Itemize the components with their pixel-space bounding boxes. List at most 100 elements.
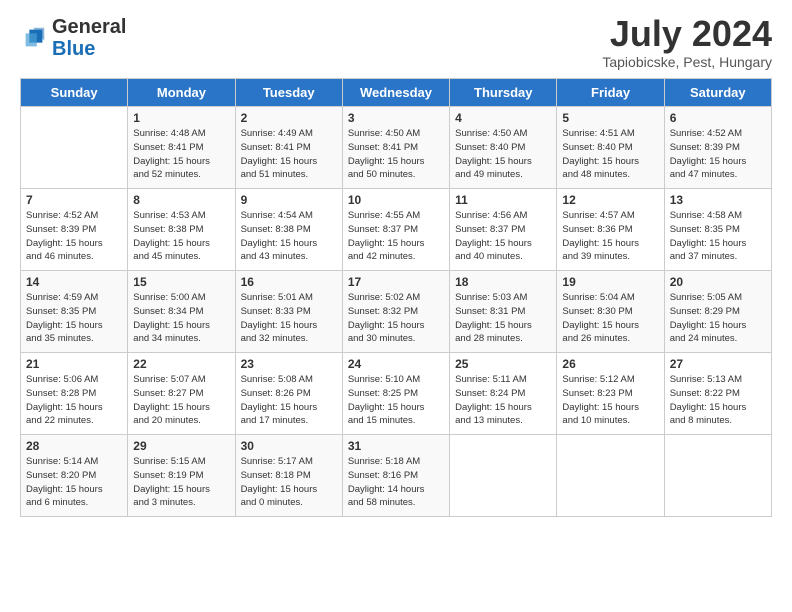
calendar-cell: 6 Sunrise: 4:52 AMSunset: 8:39 PMDaylight…: [664, 107, 771, 189]
calendar-cell: 29Sunrise: 5:15 AMSunset: 8:19 PMDayligh…: [128, 435, 235, 517]
calendar-cell: 9Sunrise: 4:54 AMSunset: 8:38 PMDaylight…: [235, 189, 342, 271]
calendar-cell: 8Sunrise: 4:53 AMSunset: 8:38 PMDaylight…: [128, 189, 235, 271]
day-number: 24: [348, 357, 444, 371]
col-tuesday: Tuesday: [235, 79, 342, 107]
logo: General Blue: [20, 16, 126, 60]
cell-info: Sunrise: 4:50 AMSunset: 8:40 PMDaylight:…: [455, 127, 551, 182]
header-row: Sunday Monday Tuesday Wednesday Thursday…: [21, 79, 772, 107]
calendar-cell: 1 Sunrise: 4:48 AMSunset: 8:41 PMDaylight…: [128, 107, 235, 189]
logo-text: General Blue: [52, 16, 126, 60]
col-friday: Friday: [557, 79, 664, 107]
col-monday: Monday: [128, 79, 235, 107]
col-sunday: Sunday: [21, 79, 128, 107]
cell-info: Sunrise: 4:50 AMSunset: 8:41 PMDaylight:…: [348, 127, 444, 182]
cell-info: Sunrise: 4:52 AMSunset: 8:39 PMDaylight:…: [26, 209, 122, 264]
cell-info: Sunrise: 4:48 AMSunset: 8:41 PMDaylight:…: [133, 127, 229, 182]
calendar-cell: 30Sunrise: 5:17 AMSunset: 8:18 PMDayligh…: [235, 435, 342, 517]
calendar-cell: 15Sunrise: 5:00 AMSunset: 8:34 PMDayligh…: [128, 271, 235, 353]
calendar-cell: 28Sunrise: 5:14 AMSunset: 8:20 PMDayligh…: [21, 435, 128, 517]
day-number: 8: [133, 193, 229, 207]
calendar-cell: 22 Sunrise: 5:07 AMSunset: 8:27 PMDayligh…: [128, 353, 235, 435]
day-number: 12: [562, 193, 658, 207]
calendar-cell: 4 Sunrise: 4:50 AMSunset: 8:40 PMDaylight…: [450, 107, 557, 189]
calendar-cell: 27Sunrise: 5:13 AMSunset: 8:22 PMDayligh…: [664, 353, 771, 435]
day-number: 11: [455, 193, 551, 207]
cell-info: Sunrise: 5:01 AMSunset: 8:33 PMDaylight:…: [241, 291, 337, 346]
day-number: 13: [670, 193, 766, 207]
day-number: 5: [562, 111, 658, 125]
day-number: 17: [348, 275, 444, 289]
calendar-cell: 26Sunrise: 5:12 AMSunset: 8:23 PMDayligh…: [557, 353, 664, 435]
day-number: 22: [133, 357, 229, 371]
calendar-cell: 18 Sunrise: 5:03 AMSunset: 8:31 PMDayligh…: [450, 271, 557, 353]
day-number: 7: [26, 193, 122, 207]
cell-info: Sunrise: 5:05 AMSunset: 8:29 PMDaylight:…: [670, 291, 766, 346]
cell-info: Sunrise: 4:58 AMSunset: 8:35 PMDaylight:…: [670, 209, 766, 264]
cell-info: Sunrise: 5:04 AMSunset: 8:30 PMDaylight:…: [562, 291, 658, 346]
col-saturday: Saturday: [664, 79, 771, 107]
cell-info: Sunrise: 5:11 AMSunset: 8:24 PMDaylight:…: [455, 373, 551, 428]
week-row-3: 21 Sunrise: 5:06 AMSunset: 8:28 PMDayligh…: [21, 353, 772, 435]
calendar-table: Sunday Monday Tuesday Wednesday Thursday…: [20, 78, 772, 517]
title-block: July 2024 Tapiobicske, Pest, Hungary: [602, 16, 772, 70]
page: General Blue July 2024 Tapiobicske, Pest…: [0, 0, 792, 612]
calendar-cell: 25 Sunrise: 5:11 AMSunset: 8:24 PMDayligh…: [450, 353, 557, 435]
cell-info: Sunrise: 5:07 AMSunset: 8:27 PMDaylight:…: [133, 373, 229, 428]
cell-info: Sunrise: 5:18 AMSunset: 8:16 PMDaylight:…: [348, 455, 444, 510]
calendar-cell: 7 Sunrise: 4:52 AMSunset: 8:39 PMDaylight…: [21, 189, 128, 271]
week-row-0: 1 Sunrise: 4:48 AMSunset: 8:41 PMDaylight…: [21, 107, 772, 189]
day-number: 2: [241, 111, 337, 125]
calendar-cell: 20 Sunrise: 5:05 AMSunset: 8:29 PMDayligh…: [664, 271, 771, 353]
week-row-4: 28Sunrise: 5:14 AMSunset: 8:20 PMDayligh…: [21, 435, 772, 517]
cell-info: Sunrise: 5:03 AMSunset: 8:31 PMDaylight:…: [455, 291, 551, 346]
cell-info: Sunrise: 5:08 AMSunset: 8:26 PMDaylight:…: [241, 373, 337, 428]
cell-info: Sunrise: 5:02 AMSunset: 8:32 PMDaylight:…: [348, 291, 444, 346]
day-number: 16: [241, 275, 337, 289]
calendar-cell: 17 Sunrise: 5:02 AMSunset: 8:32 PMDayligh…: [342, 271, 449, 353]
col-wednesday: Wednesday: [342, 79, 449, 107]
day-number: 1: [133, 111, 229, 125]
day-number: 21: [26, 357, 122, 371]
day-number: 20: [670, 275, 766, 289]
cell-info: Sunrise: 5:10 AMSunset: 8:25 PMDaylight:…: [348, 373, 444, 428]
cell-info: Sunrise: 4:52 AMSunset: 8:39 PMDaylight:…: [670, 127, 766, 182]
cell-info: Sunrise: 5:15 AMSunset: 8:19 PMDaylight:…: [133, 455, 229, 510]
calendar-cell: 10Sunrise: 4:55 AMSunset: 8:37 PMDayligh…: [342, 189, 449, 271]
cell-info: Sunrise: 4:55 AMSunset: 8:37 PMDaylight:…: [348, 209, 444, 264]
logo-blue: Blue: [52, 38, 95, 60]
cell-info: Sunrise: 5:00 AMSunset: 8:34 PMDaylight:…: [133, 291, 229, 346]
cell-info: Sunrise: 5:12 AMSunset: 8:23 PMDaylight:…: [562, 373, 658, 428]
cell-info: Sunrise: 5:06 AMSunset: 8:28 PMDaylight:…: [26, 373, 122, 428]
month-title: July 2024: [602, 16, 772, 52]
cell-info: Sunrise: 4:56 AMSunset: 8:37 PMDaylight:…: [455, 209, 551, 264]
day-number: 18: [455, 275, 551, 289]
calendar-cell: 3 Sunrise: 4:50 AMSunset: 8:41 PMDaylight…: [342, 107, 449, 189]
calendar-cell: 16 Sunrise: 5:01 AMSunset: 8:33 PMDayligh…: [235, 271, 342, 353]
day-number: 3: [348, 111, 444, 125]
day-number: 23: [241, 357, 337, 371]
calendar-cell: 31Sunrise: 5:18 AMSunset: 8:16 PMDayligh…: [342, 435, 449, 517]
logo-icon: [20, 24, 48, 52]
calendar-cell: 23 Sunrise: 5:08 AMSunset: 8:26 PMDayligh…: [235, 353, 342, 435]
calendar-cell: 21 Sunrise: 5:06 AMSunset: 8:28 PMDayligh…: [21, 353, 128, 435]
day-number: 25: [455, 357, 551, 371]
cell-info: Sunrise: 5:13 AMSunset: 8:22 PMDaylight:…: [670, 373, 766, 428]
cell-info: Sunrise: 4:54 AMSunset: 8:38 PMDaylight:…: [241, 209, 337, 264]
logo-general: General: [52, 16, 126, 38]
cell-info: Sunrise: 4:51 AMSunset: 8:40 PMDaylight:…: [562, 127, 658, 182]
col-thursday: Thursday: [450, 79, 557, 107]
calendar-cell: [450, 435, 557, 517]
calendar-cell: 2Sunrise: 4:49 AMSunset: 8:41 PMDaylight…: [235, 107, 342, 189]
cell-info: Sunrise: 5:14 AMSunset: 8:20 PMDaylight:…: [26, 455, 122, 510]
calendar-cell: [664, 435, 771, 517]
calendar-cell: 24 Sunrise: 5:10 AMSunset: 8:25 PMDayligh…: [342, 353, 449, 435]
header: General Blue July 2024 Tapiobicske, Pest…: [20, 16, 772, 70]
day-number: 6: [670, 111, 766, 125]
calendar-header: Sunday Monday Tuesday Wednesday Thursday…: [21, 79, 772, 107]
calendar-cell: 14Sunrise: 4:59 AMSunset: 8:35 PMDayligh…: [21, 271, 128, 353]
day-number: 4: [455, 111, 551, 125]
cell-info: Sunrise: 4:57 AMSunset: 8:36 PMDaylight:…: [562, 209, 658, 264]
day-number: 19: [562, 275, 658, 289]
calendar-cell: [21, 107, 128, 189]
calendar-cell: 13 Sunrise: 4:58 AMSunset: 8:35 PMDayligh…: [664, 189, 771, 271]
